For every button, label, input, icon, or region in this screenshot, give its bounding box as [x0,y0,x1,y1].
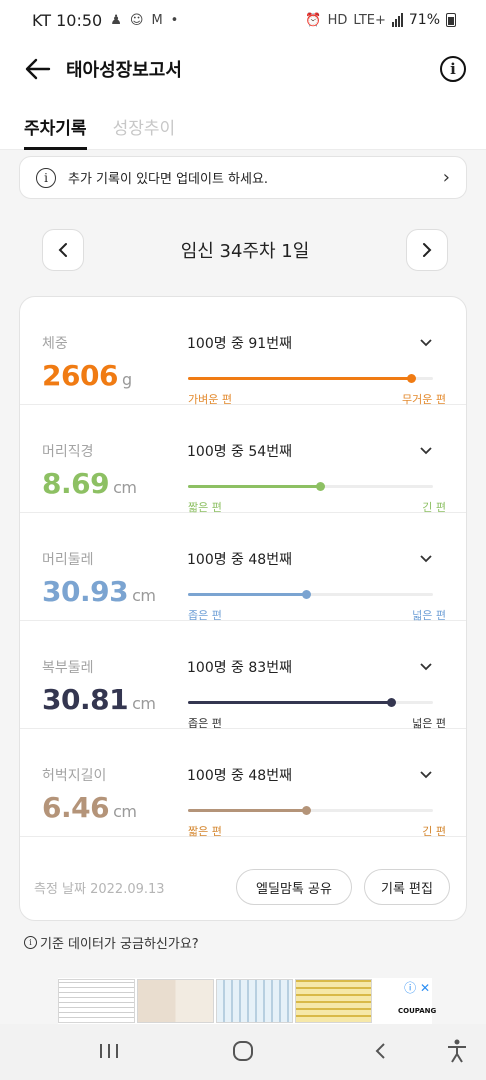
metric-rank: 100명 중 48번째 [187,552,292,568]
percentile-bar [188,698,433,707]
chevron-down-icon[interactable] [418,659,434,675]
metric-label: 허벅지길이 [42,768,107,784]
ad-banner[interactable]: ⓘ ✕ COUPANG [58,978,436,1024]
status-bar: KT 10:50 ♟ ☺ M • ⏰ HD LTE+ 71% [0,0,486,40]
app-header: 태아성장보고서 i [0,40,486,98]
percentile-marker [387,698,397,707]
help-text: 기준 데이터가 궁금하신가요? [40,937,199,952]
ad-image[interactable] [58,979,135,1023]
metric-value: 8.69 cm [42,467,137,500]
chevron-left-icon [58,243,67,257]
growth-report-card: 체중 2606 g 100명 중 91번째 가벼운 편 무거운 편 머리직경 8.… [19,296,467,921]
baby-face-icon: ☺ [129,12,144,28]
percentile-marker [301,590,311,599]
metric-rank: 100명 중 83번째 [187,660,292,676]
ad-brand: COUPANG [398,1007,437,1015]
home-icon[interactable] [230,1038,256,1064]
info-circle-icon: i [24,936,37,949]
gmail-icon: M [151,12,163,28]
metric-abdominal-circumference[interactable]: 복부둘레 30.81 cm 100명 중 83번째 좁은 편 넓은 편 [20,621,466,730]
chevron-down-icon[interactable] [418,443,434,459]
recent-apps-icon[interactable] [96,1038,122,1064]
metric-label: 머리직경 [42,444,94,460]
low-label: 짧은 편 [188,825,222,838]
measurement-date: 측정 날짜 2022.09.13 [34,881,165,897]
percentile-marker [301,806,311,815]
ad-info: ⓘ ✕ COUPANG [374,979,436,1023]
chevron-down-icon[interactable] [418,335,434,351]
ad-image[interactable] [295,979,372,1023]
back-arrow-icon[interactable] [20,51,56,87]
system-nav-bar [0,1024,486,1080]
metric-rank: 100명 중 54번째 [187,444,292,460]
metric-value: 30.81 cm [42,683,156,716]
tab-growth-trend[interactable]: 성장추이 [113,98,176,150]
back-icon[interactable] [370,1038,390,1064]
previous-week-button[interactable] [42,229,84,271]
lte-icon: LTE+ [353,12,386,28]
percentile-bar [188,590,433,599]
notice-text: 추가 기록이 있다면 업데이트 하세요. [68,172,269,187]
info-circle-icon: i [36,167,56,188]
percentile-fill [188,701,392,704]
accessibility-icon[interactable] [444,1038,470,1064]
update-notice[interactable]: i 추가 기록이 있다면 업데이트 하세요. › [19,156,467,199]
hd-icon: HD [327,12,348,28]
chevron-right-icon: › [442,167,450,188]
metric-value: 2606 g [42,359,132,392]
high-label: 긴 편 [422,825,446,838]
metric-label: 머리둘레 [42,552,94,568]
info-icon[interactable]: i [440,56,466,82]
battery-icon [446,13,456,27]
chevron-down-icon[interactable] [418,767,434,783]
metric-femur-length[interactable]: 허벅지길이 6.46 cm 100명 중 48번째 짧은 편 긴 편 [20,729,466,838]
dot-icon: • [170,12,179,28]
metric-label: 체중 [42,336,68,352]
percentile-bar [188,482,433,491]
battery-percent: 71% [408,12,440,28]
chevron-right-icon [423,243,432,257]
metric-value: 30.93 cm [42,575,156,608]
percentile-marker [406,374,416,383]
tab-bar: 주차기록 성장추이 [0,98,486,150]
metric-value: 6.46 cm [42,791,137,824]
signal-icon [391,13,403,27]
alarm-icon: ⏰ [305,12,322,28]
page-title: 태아성장보고서 [66,60,182,81]
notification-icon: ♟ [110,12,122,28]
next-week-button[interactable] [406,229,448,271]
ad-image[interactable] [216,979,293,1023]
ad-image[interactable] [137,979,214,1023]
share-button[interactable]: 엘딜맘톡 공유 [236,869,352,905]
reference-data-link[interactable]: i 기준 데이터가 궁금하신가요? [24,933,199,952]
metric-label: 복부둘레 [42,660,94,676]
percentile-bar [188,374,433,383]
tab-weekly-record[interactable]: 주차기록 [24,98,87,150]
percentile-fill [188,593,306,596]
card-footer: 측정 날짜 2022.09.13 엘딜맘톡 공유 기록 편집 [20,853,466,921]
edit-record-button[interactable]: 기록 편집 [364,869,450,905]
week-label: 임신 34주차 1일 [180,241,310,262]
metric-head-circumference[interactable]: 머리둘레 30.93 cm 100명 중 48번째 좁은 편 넓은 편 [20,513,466,622]
metric-rank: 100명 중 91번째 [187,336,292,352]
metric-rank: 100명 중 48번째 [187,768,292,784]
metric-weight[interactable]: 체중 2606 g 100명 중 91번째 가벼운 편 무거운 편 [20,297,466,406]
chevron-down-icon[interactable] [418,551,434,567]
carrier-time: KT 10:50 [32,10,103,30]
ad-choices-icon[interactable]: ⓘ ✕ [404,979,430,996]
percentile-fill [188,485,321,488]
week-navigator: 임신 34주차 1일 [42,229,448,271]
percentile-bar [188,806,433,815]
percentile-marker [316,482,326,491]
percentile-fill [188,377,411,380]
metric-head-diameter[interactable]: 머리직경 8.69 cm 100명 중 54번째 짧은 편 긴 편 [20,405,466,514]
percentile-fill [188,809,306,812]
